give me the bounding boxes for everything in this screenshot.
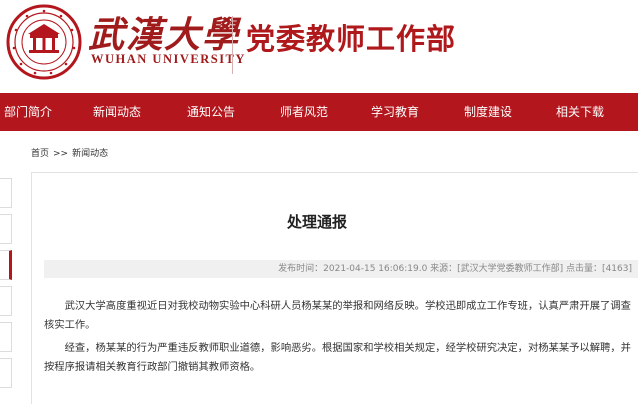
sidebar-item[interactable] <box>0 178 12 208</box>
breadcrumb-separator: >> <box>53 149 69 159</box>
article-paragraph: 经查，杨某某的行为严重违反教师职业道德，影响恶劣。根据国家和学校相关规定，经学校… <box>44 342 631 373</box>
breadcrumb-current[interactable]: 新闻动态 <box>72 149 108 159</box>
sidebar-item[interactable] <box>0 358 12 388</box>
site-header: 武漢大學 WUHAN UNIVERSITY 党委教师工作部 <box>0 0 638 93</box>
sidebar-item[interactable] <box>0 322 12 352</box>
sidebar-item[interactable] <box>0 286 12 316</box>
sidebar-menu <box>0 170 14 404</box>
university-seal-logo[interactable] <box>6 4 82 80</box>
sidebar-item[interactable] <box>0 214 12 244</box>
article-meta: 发布时间：2021-04-15 16:06:19.0 来源：[武汉大学党委教师工… <box>44 260 638 278</box>
header-divider <box>232 16 233 74</box>
nav-item-study[interactable]: 学习教育 <box>371 93 419 131</box>
breadcrumb: 首页 >> 新闻动态 <box>31 146 112 159</box>
page: 武漢大學 WUHAN UNIVERSITY 党委教师工作部 部门简介 新闻动态 … <box>0 0 638 404</box>
nav-item-regulations[interactable]: 制度建设 <box>464 93 512 131</box>
nav-item-downloads[interactable]: 相关下载 <box>556 93 604 131</box>
article-panel: 处理通报 发布时间：2021-04-15 16:06:19.0 来源：[武汉大学… <box>31 172 638 404</box>
department-title: 党委教师工作部 <box>246 22 457 56</box>
university-name-english: WUHAN UNIVERSITY <box>91 52 246 66</box>
article-paragraph: 武汉大学高度重视近日对我校动物实验中心科研人员杨某某的举报和网络反映。学校迅即成… <box>44 300 631 331</box>
university-name-calligraphy: 武漢大學 <box>88 14 241 56</box>
nav-item-notices[interactable]: 通知公告 <box>187 93 235 131</box>
sidebar-item-active[interactable] <box>0 250 12 280</box>
nav-item-teacher-style[interactable]: 师者风范 <box>280 93 328 131</box>
nav-item-about[interactable]: 部门简介 <box>4 93 52 131</box>
nav-item-news[interactable]: 新闻动态 <box>93 93 141 131</box>
article-title: 处理通报 <box>286 213 347 231</box>
breadcrumb-home[interactable]: 首页 <box>31 149 49 159</box>
main-nav: 部门简介 新闻动态 通知公告 师者风范 学习教育 制度建设 相关下载 <box>0 93 638 131</box>
